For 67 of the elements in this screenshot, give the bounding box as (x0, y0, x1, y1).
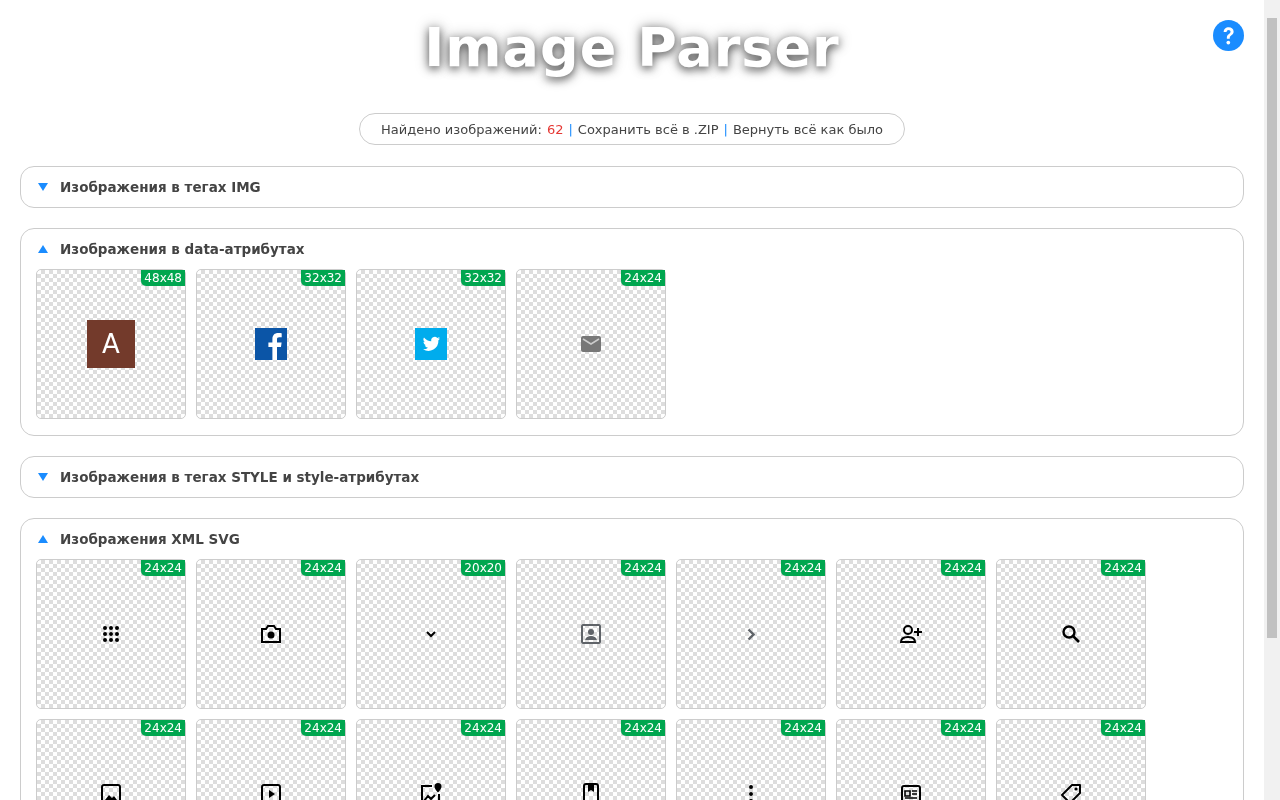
section-title[interactable]: Изображения XML SVG (60, 531, 240, 547)
size-badge: 32x32 (461, 270, 505, 286)
envelope-icon (581, 334, 601, 354)
person-add-icon (899, 622, 923, 646)
camera-icon (259, 622, 283, 646)
section-title[interactable]: Изображения в data-атрибутах (60, 241, 305, 257)
toggle-triangle-icon[interactable] (38, 534, 48, 544)
image-thumbnail[interactable]: 24x24 (996, 719, 1146, 800)
action-link[interactable]: Вернуть всё как было (732, 121, 883, 137)
toggle-triangle-icon[interactable] (38, 472, 48, 482)
scrollbar[interactable] (1264, 0, 1280, 800)
size-badge: 24x24 (621, 720, 665, 736)
size-badge: 24x24 (621, 560, 665, 576)
size-badge: 48x48 (141, 270, 185, 286)
toggle-triangle-icon[interactable] (38, 182, 48, 192)
separator: | (568, 121, 573, 137)
size-badge: 24x24 (141, 720, 185, 736)
picture-icon (99, 782, 123, 800)
image-thumbnail[interactable]: 24x24 (196, 559, 346, 709)
size-badge: 24x24 (301, 720, 345, 736)
size-badge: 24x24 (781, 720, 825, 736)
image-thumbnail[interactable]: 32x32 (196, 269, 346, 419)
image-thumbnail[interactable]: 20x20 (356, 559, 506, 709)
image-thumbnail[interactable]: 24x24 (836, 719, 986, 800)
section-title[interactable]: Изображения в тегах STYLE и style-атрибутах (60, 469, 420, 485)
image-count: 62 (546, 121, 564, 137)
size-badge: 24x24 (941, 720, 985, 736)
action-link[interactable]: Сохранить всё в .ZIP (577, 121, 719, 137)
image-thumbnail[interactable]: 32x32 (356, 269, 506, 419)
size-badge: 24x24 (141, 560, 185, 576)
image-thumbnail[interactable]: 24x24 (356, 719, 506, 800)
toggle-triangle-icon[interactable] (38, 244, 48, 254)
vertical-dots-icon (749, 785, 753, 800)
size-badge: 32x32 (301, 270, 345, 286)
image-thumbnail[interactable]: 24x24 (676, 559, 826, 709)
page-title: Image Parser (404, 4, 860, 100)
image-thumbnail[interactable]: 24x24 (36, 559, 186, 709)
chevron-right-icon (747, 627, 755, 641)
size-badge: 20x20 (461, 560, 505, 576)
picture-pin-icon (419, 782, 443, 800)
size-badge: 24x24 (1101, 560, 1145, 576)
size-badge: 24x24 (301, 560, 345, 576)
image-thumbnail[interactable]: 24x24 (516, 719, 666, 800)
article-icon (899, 782, 923, 800)
size-badge: 24x24 (461, 720, 505, 736)
portrait-icon (579, 622, 603, 646)
size-badge: 24x24 (1101, 720, 1145, 736)
section-title[interactable]: Изображения в тегах IMG (60, 179, 261, 195)
image-thumbnail[interactable]: 24x24 (676, 719, 826, 800)
size-badge: 24x24 (621, 270, 665, 286)
avatar-letter-image: A (87, 320, 135, 368)
separator: | (723, 121, 728, 137)
tag-icon (1059, 782, 1083, 800)
image-thumbnail[interactable]: 24x24 (196, 719, 346, 800)
image-thumbnail[interactable]: 24x24 (836, 559, 986, 709)
play-box-icon (259, 782, 283, 800)
image-thumbnail[interactable]: 24x24 (516, 559, 666, 709)
image-thumbnail[interactable]: 24x24 (996, 559, 1146, 709)
image-thumbnail[interactable]: 24x24 (516, 269, 666, 419)
bird-logo-icon (415, 328, 447, 360)
image-thumbnail[interactable]: 48x48 A (36, 269, 186, 419)
size-badge: 24x24 (941, 560, 985, 576)
found-label: Найдено изображений: (381, 121, 542, 137)
size-badge: 24x24 (781, 560, 825, 576)
image-thumbnail[interactable]: 24x24 (36, 719, 186, 800)
help-icon[interactable] (1213, 20, 1244, 51)
facebook-logo-icon (255, 328, 287, 360)
